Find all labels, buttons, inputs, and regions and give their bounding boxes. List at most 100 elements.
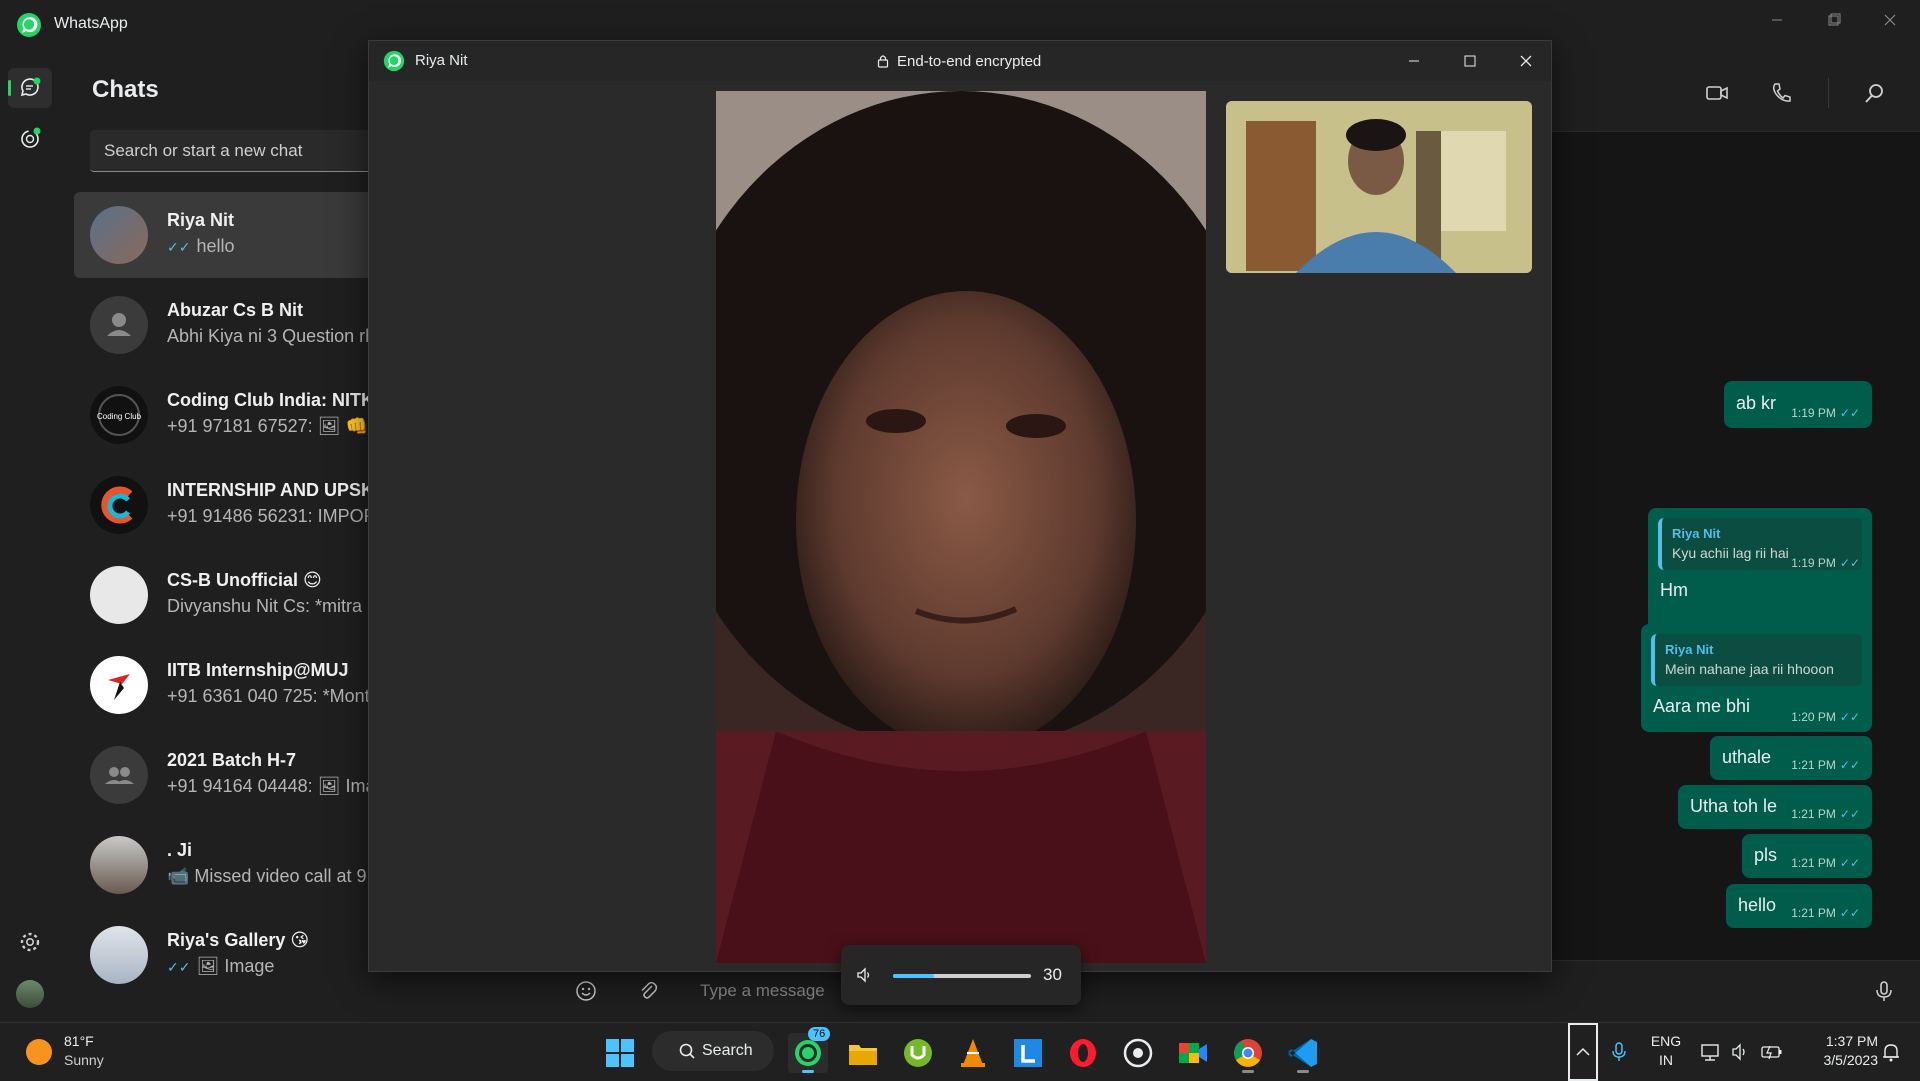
active-indicator [8, 80, 11, 96]
network-icon[interactable] [1700, 1041, 1722, 1063]
rail-chats-button[interactable] [8, 68, 52, 108]
battery-icon[interactable] [1760, 1041, 1784, 1063]
chat-name: Coding Club India: NITK,A [167, 390, 392, 410]
clock-time[interactable]: 1:37 PM [1794, 1033, 1878, 1049]
svg-text:Coding Club: Coding Club [97, 412, 142, 421]
chat-name: Riya Nit [167, 210, 235, 230]
weather-desc: Sunny [64, 1052, 104, 1068]
chat-preview: +91 97181 67527: 🖼 👊 D [167, 416, 386, 436]
quoted-text: Kyu achii lag rii hai [1672, 545, 1789, 561]
avatar [90, 206, 148, 264]
microphone-tray-icon[interactable] [1610, 1041, 1628, 1063]
language-region[interactable]: IN [1648, 1052, 1684, 1068]
vscode-icon[interactable] [1283, 1033, 1323, 1073]
avatar: Coding Club [90, 386, 148, 444]
remote-video-feed [716, 91, 1206, 963]
utorrent-icon[interactable] [898, 1033, 938, 1073]
group-avatar-icon [90, 746, 148, 804]
message-bubble[interactable]: hello 1:21 PM ✓✓ [1726, 884, 1872, 928]
chats-icon [18, 76, 42, 100]
speaker-icon[interactable] [855, 966, 873, 984]
message-bubble-reply[interactable]: Riya Nit Mein nahane jaa rii hhooon Aara… [1641, 624, 1872, 732]
sun-weather-icon[interactable] [26, 1039, 52, 1065]
double-tick-icon: ✓✓ [1839, 856, 1860, 870]
windows-start-icon[interactable] [600, 1033, 640, 1073]
profile-avatar[interactable] [16, 980, 44, 1008]
meet-icon[interactable] [1173, 1033, 1213, 1073]
clock-date[interactable]: 3/5/2023 [1794, 1052, 1879, 1068]
avatar [90, 476, 148, 534]
divider [1828, 78, 1829, 108]
search-icon[interactable] [1862, 80, 1888, 106]
file-explorer-icon[interactable] [843, 1033, 883, 1073]
message-bubble[interactable]: uthale 1:21 PM ✓✓ [1710, 736, 1872, 780]
search-icon [678, 1042, 696, 1060]
whatsapp-logo-icon [16, 12, 42, 38]
message-text: uthale [1722, 747, 1772, 767]
notification-bell-icon[interactable] [1880, 1041, 1902, 1063]
avatar [90, 566, 148, 624]
voice-call-icon[interactable] [1768, 80, 1794, 106]
encryption-label: End-to-end encrypted [897, 53, 1042, 70]
app-title: WhatsApp [54, 15, 128, 32]
tray-overflow-chevron-icon[interactable] [1568, 1023, 1598, 1081]
message-time: 1:19 PM ✓✓ [1791, 406, 1860, 420]
chat-name: Riya's Gallery 😘 [167, 930, 310, 950]
call-close-button[interactable] [1511, 49, 1541, 73]
taskbar-search-button[interactable]: Search [652, 1031, 774, 1071]
message-text: ab kr [1736, 393, 1777, 413]
double-tick-icon: ✓✓ [1839, 556, 1860, 570]
minimize-button[interactable] [1760, 8, 1794, 32]
windows-taskbar: 81°F Sunny Search 76 ENG IN 1:37 PM 3/5/… [0, 1022, 1920, 1081]
whatsapp-alt-icon[interactable] [1118, 1033, 1158, 1073]
weather-temp: 81°F [64, 1033, 94, 1049]
volume-slider-fill [893, 974, 934, 978]
message-bubble[interactable]: Utha toh le 1:21 PM ✓✓ [1678, 785, 1872, 829]
l-app-icon[interactable] [1008, 1033, 1048, 1073]
message-bubble[interactable]: pls 1:21 PM ✓✓ [1742, 834, 1872, 878]
chat-name: CS-B Unofficial 😊 [167, 570, 322, 590]
video-call-icon[interactable] [1704, 80, 1730, 106]
message-text: Aara me bhi [1653, 696, 1751, 716]
chat-preview: ✓✓ hello [167, 236, 235, 256]
emoji-icon[interactable] [574, 979, 598, 1003]
unread-badge: 76 [808, 1027, 831, 1041]
avatar [90, 836, 148, 894]
call-minimize-button[interactable] [1399, 49, 1429, 73]
vlc-icon[interactable] [953, 1033, 993, 1073]
settings-gear-icon[interactable] [18, 930, 42, 954]
call-titlebar: Riya Nit End-to-end encrypted [369, 41, 1551, 81]
quoted-message[interactable]: Riya Nit Mein nahane jaa rii hhooon [1651, 634, 1862, 686]
message-text: pls [1754, 845, 1778, 865]
attach-paperclip-icon[interactable] [636, 979, 660, 1003]
taskbar-whatsapp-icon[interactable]: 76 [788, 1027, 831, 1073]
double-tick-icon: ✓✓ [1839, 807, 1860, 821]
message-input[interactable]: Type a message [700, 981, 825, 1001]
restore-button[interactable] [1817, 8, 1851, 32]
opera-icon[interactable] [1063, 1033, 1103, 1073]
volume-flyout[interactable]: 30 [841, 945, 1081, 1005]
message-bubble[interactable]: ab kr 1:19 PM ✓✓ [1724, 381, 1872, 428]
microphone-icon[interactable] [1872, 979, 1896, 1003]
chat-name: IITB Internship@MUJ [167, 660, 349, 680]
chat-search-placeholder: Search or start a new chat [104, 141, 303, 160]
rail-status-button[interactable] [8, 118, 52, 158]
chat-name: . Ji [167, 840, 193, 860]
message-time: 1:20 PM ✓✓ [1791, 710, 1860, 724]
close-button[interactable] [1873, 8, 1907, 32]
chrome-icon[interactable] [1228, 1033, 1268, 1073]
chat-name: 2021 Batch H-7 [167, 750, 297, 770]
language-code[interactable]: ENG [1648, 1033, 1684, 1049]
chat-preview: ✓✓ 🖼 Image [167, 956, 275, 976]
double-tick-icon: ✓✓ [1839, 406, 1860, 420]
message-time: 1:21 PM ✓✓ [1791, 856, 1860, 870]
call-maximize-button[interactable] [1455, 49, 1485, 73]
chat-preview: +91 6361 040 725: *Mont [167, 686, 370, 706]
volume-tray-icon[interactable] [1730, 1041, 1752, 1063]
quoted-author: Riya Nit [1665, 642, 1714, 657]
double-tick-icon: ✓✓ [167, 959, 191, 975]
video-call-window: Riya Nit End-to-end encrypted 30 [368, 40, 1552, 1005]
double-tick-icon: ✓✓ [1839, 710, 1860, 724]
avatar [90, 656, 148, 714]
chat-preview: +91 94164 04448: 🖼 Imag [167, 776, 386, 796]
